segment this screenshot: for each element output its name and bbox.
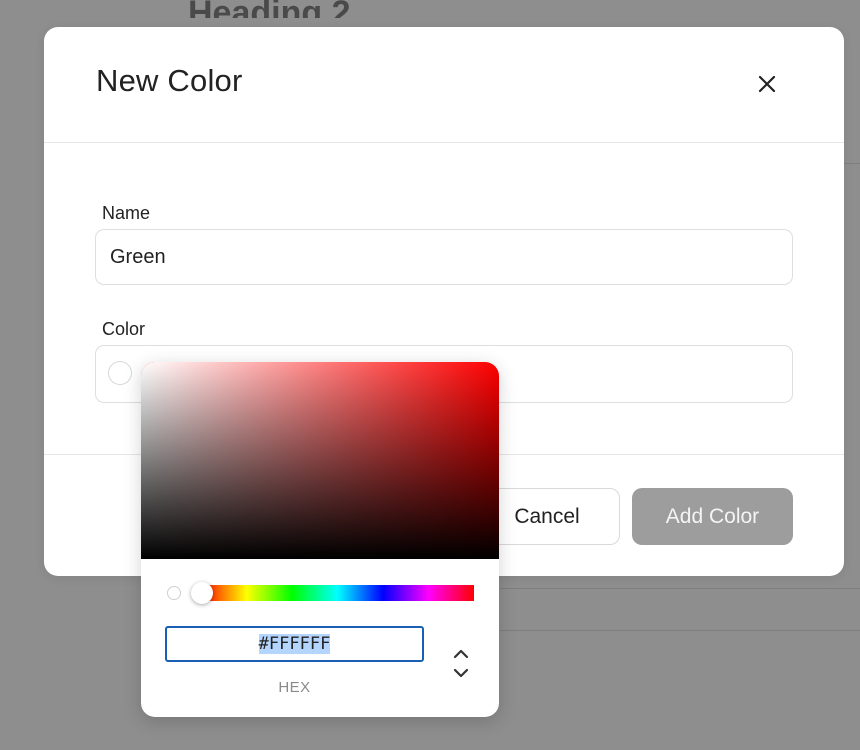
color-picker-popover: HEX (141, 362, 499, 717)
hex-input[interactable] (165, 626, 424, 662)
background-divider (500, 630, 860, 631)
color-mode-toggle[interactable] (447, 646, 475, 684)
dialog-title: New Color (96, 63, 243, 98)
close-button[interactable] (750, 67, 784, 101)
background-heading: Heading 2 (188, 0, 351, 32)
add-color-button[interactable]: Add Color (632, 488, 793, 545)
header-divider (44, 142, 844, 143)
chevron-up-down-icon (453, 649, 469, 678)
hex-label: HEX (278, 679, 311, 696)
close-icon (758, 75, 776, 93)
saturation-value-area[interactable] (141, 362, 499, 559)
color-label: Color (102, 319, 146, 339)
name-input[interactable] (95, 229, 793, 285)
name-label: Name (102, 203, 151, 223)
background-divider (844, 163, 860, 164)
background-divider (500, 588, 860, 589)
hue-slider-thumb[interactable] (191, 582, 213, 604)
color-preview-dot (167, 586, 181, 600)
color-swatch[interactable] (108, 361, 132, 385)
hue-slider[interactable] (201, 585, 474, 601)
